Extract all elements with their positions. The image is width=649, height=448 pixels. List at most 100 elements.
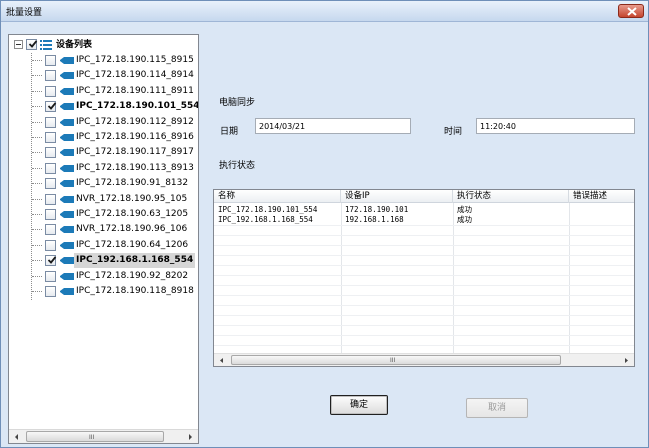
device-checkbox[interactable] xyxy=(45,224,56,236)
tree-item[interactable]: NVR_172.18.190.96_106 xyxy=(9,222,198,237)
scroll-left-icon[interactable] xyxy=(215,355,229,366)
tree-item[interactable]: IPC_172.18.190.116_8916 xyxy=(9,130,198,145)
device-label: NVR_172.18.190.96_106 xyxy=(76,224,188,235)
device-label: IPC_172.18.190.111_8911 xyxy=(76,85,194,96)
tree-root[interactable]: 设备列表 xyxy=(9,38,198,52)
scroll-right-icon[interactable] xyxy=(619,355,633,366)
device-checkbox[interactable] xyxy=(45,132,56,143)
tree-item[interactable]: IPC_172.18.190.115_8915 xyxy=(9,53,198,68)
tree-connector xyxy=(32,214,42,215)
device-checkbox[interactable] xyxy=(45,239,56,251)
tree-item[interactable]: IPC_172.18.190.112_8912 xyxy=(9,115,198,130)
column-header-status[interactable]: 执行状态 xyxy=(453,190,569,203)
device-checkbox[interactable] xyxy=(45,70,56,82)
confirm-button[interactable]: 确定 xyxy=(330,395,388,415)
tree-connector xyxy=(32,183,42,185)
camera-icon xyxy=(60,180,74,188)
column-header-error[interactable]: 错误描述 xyxy=(569,190,634,203)
close-button[interactable] xyxy=(618,4,644,18)
device-label: IPC_192.168.1.168_554 xyxy=(74,253,196,269)
tree-item[interactable]: IPC_172.18.190.113_8913 xyxy=(9,161,198,176)
scroll-right-icon[interactable] xyxy=(183,431,197,443)
check-mark-icon xyxy=(28,40,38,48)
camera-icon xyxy=(60,272,74,280)
tree-item[interactable]: NVR_172.18.190.95_105 xyxy=(9,192,198,207)
root-checkbox[interactable] xyxy=(26,39,38,50)
tree-item[interactable]: IPC_172.18.190.64_1206 xyxy=(9,238,198,253)
tree-connector xyxy=(32,90,42,92)
device-checkbox[interactable] xyxy=(45,270,56,282)
device-checkbox[interactable] xyxy=(45,116,56,128)
device-label: IPC_172.18.190.113_8913 xyxy=(76,162,194,173)
close-icon xyxy=(627,7,637,16)
device-label: IPC_172.18.190.64_1206 xyxy=(76,239,189,250)
tree-connector xyxy=(32,137,42,138)
device-checkbox[interactable] xyxy=(45,85,56,97)
camera-icon xyxy=(60,226,74,234)
device-checkbox[interactable] xyxy=(45,209,56,220)
camera-icon xyxy=(60,118,74,126)
cell-name: IPC_172.18.190.101_554 xyxy=(218,205,318,214)
column-header-ip[interactable]: 设备IP xyxy=(341,190,453,203)
tree-horizontal-scrollbar[interactable]: III xyxy=(9,429,198,443)
device-checkbox[interactable] xyxy=(45,193,56,205)
row-divider xyxy=(214,295,634,296)
camera-icon xyxy=(60,87,74,95)
tree-item[interactable]: IPC_172.18.190.92_8202 xyxy=(9,269,198,284)
device-checkbox[interactable] xyxy=(45,286,56,297)
tree-item[interactable]: IPC_172.18.190.91_8132 xyxy=(9,176,198,191)
grid-horizontal-scrollbar[interactable]: III xyxy=(214,353,634,366)
tree-connector xyxy=(32,260,42,262)
row-divider xyxy=(214,305,634,306)
scrollbar-thumb[interactable]: III xyxy=(26,431,164,442)
tree-root-label: 设备列表 xyxy=(56,40,93,50)
device-checkbox[interactable] xyxy=(45,162,56,174)
scroll-grip: III xyxy=(89,434,95,441)
cell-name: IPC_192.168.1.168_554 xyxy=(218,215,313,224)
tree-item[interactable]: IPC_172.18.190.117_8917 xyxy=(9,145,198,160)
device-label: IPC_172.18.190.112_8912 xyxy=(76,116,194,127)
tree-item[interactable]: IPC_172.18.190.111_8911 xyxy=(9,84,198,99)
device-label: IPC_172.18.190.115_8915 xyxy=(76,55,194,65)
tree-item[interactable]: IPC_172.18.190.101_554 xyxy=(9,99,198,114)
device-label: IPC_172.18.190.91_8132 xyxy=(76,178,189,189)
table-row[interactable]: IPC_192.168.1.168_554 192.168.1.168 成功 xyxy=(214,215,634,225)
camera-icon xyxy=(60,134,74,141)
tree-connector xyxy=(32,244,42,246)
camera-icon xyxy=(60,149,74,157)
camera-icon xyxy=(60,164,74,172)
tree-connector xyxy=(32,75,42,77)
row-divider xyxy=(214,235,634,236)
time-label: 时间 xyxy=(444,127,463,137)
collapse-toggle[interactable] xyxy=(14,40,23,49)
sync-section-label: 电脑同步 xyxy=(219,98,256,108)
status-grid[interactable]: 名称 设备IP 执行状态 错误描述 IPC_172.18.190.101_554… xyxy=(213,189,635,367)
device-checkbox[interactable] xyxy=(45,55,56,66)
row-divider xyxy=(214,325,634,326)
list-icon xyxy=(40,40,52,50)
scroll-left-icon[interactable] xyxy=(10,431,24,443)
tree-item[interactable]: IPC_172.18.190.114_8914 xyxy=(9,68,198,83)
column-header-name[interactable]: 名称 xyxy=(214,190,341,203)
time-field[interactable] xyxy=(476,118,635,134)
device-checkbox[interactable] xyxy=(45,178,56,190)
tree-item[interactable]: IPC_192.168.1.168_554 xyxy=(9,253,198,269)
device-checkbox[interactable] xyxy=(45,101,57,113)
date-field[interactable] xyxy=(255,118,411,134)
device-checkbox[interactable] xyxy=(45,147,56,159)
device-checkbox[interactable] xyxy=(45,255,57,267)
tree-item[interactable]: IPC_172.18.190.118_8918 xyxy=(9,284,198,299)
device-label: IPC_172.18.190.118_8918 xyxy=(76,286,194,296)
row-divider xyxy=(214,275,634,276)
tree-connector xyxy=(32,152,42,154)
camera-icon xyxy=(60,257,74,265)
device-tree-panel[interactable]: 设备列表 IPC_172.18.190.115_8915 IPC_172.18.1… xyxy=(8,34,199,444)
tree-connector xyxy=(32,198,42,200)
device-label: IPC_172.18.190.116_8916 xyxy=(76,132,194,142)
batch-settings-window: 批量设置 设备列表 IPC_172.18.190.115_8915 IPC_172… xyxy=(0,0,649,448)
cancel-button[interactable]: 取消 xyxy=(466,398,528,418)
tree-item[interactable]: IPC_172.18.190.63_1205 xyxy=(9,207,198,222)
table-row[interactable]: IPC_172.18.190.101_554 172.18.190.101 成功 xyxy=(214,205,634,215)
tree-connector xyxy=(32,121,42,123)
scrollbar-thumb[interactable]: III xyxy=(231,355,561,365)
